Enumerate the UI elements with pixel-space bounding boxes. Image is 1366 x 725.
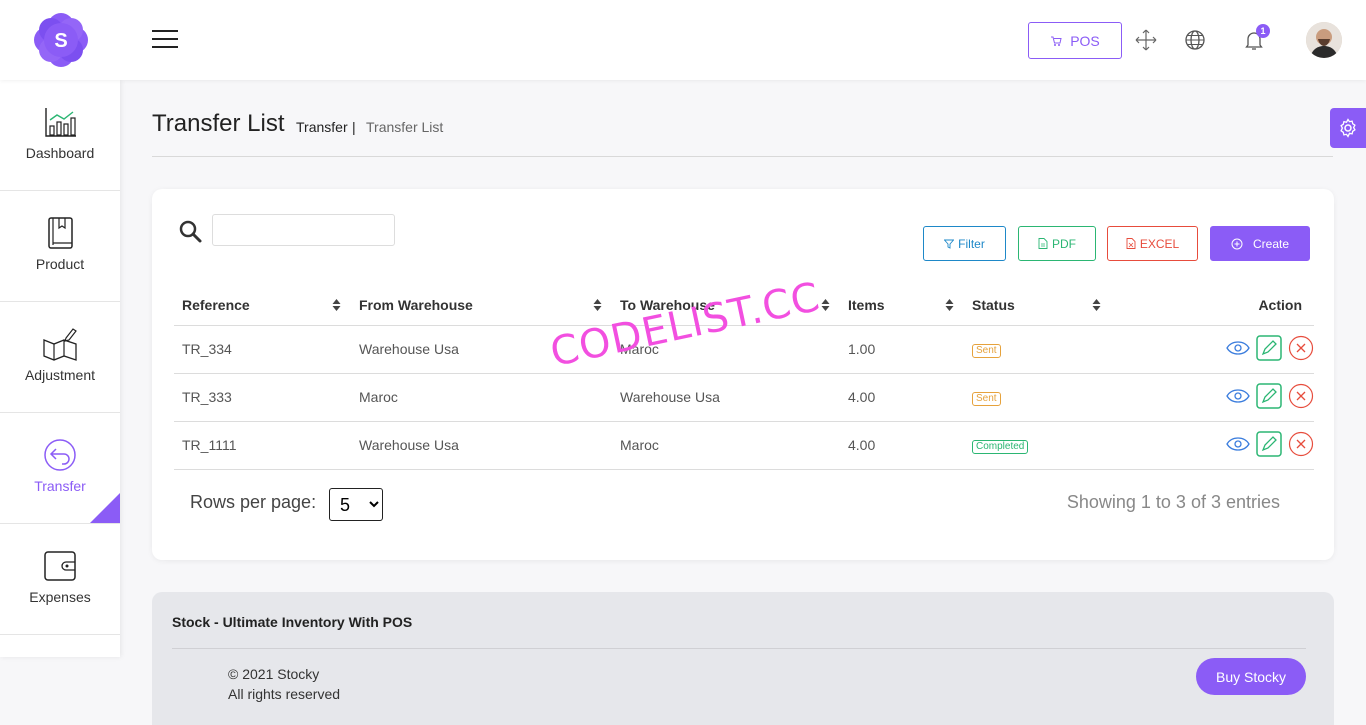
cell-status: Completed [964,421,1109,470]
map-edit-icon [42,326,78,362]
pdf-label: PDF [1052,236,1076,251]
globe-icon[interactable] [1183,28,1207,52]
sidebar-item-transfer[interactable]: Transfer [0,413,120,524]
top-bar: S POS 1 [0,0,1366,80]
logo-letter: S [54,30,67,52]
app-logo[interactable]: S [32,11,90,69]
search-input[interactable] [212,214,395,246]
pos-label: POS [1070,32,1100,49]
entries-info: Showing 1 to 3 of 3 entries [1066,492,1280,512]
cell-reference: TR_1111 [174,421,351,470]
status-badge: Sent [972,344,1001,358]
cell-from-warehouse: Warehouse Usa [351,421,612,470]
breadcrumb-separator: | [352,119,356,135]
delete-icon[interactable] [1288,431,1314,460]
create-button[interactable]: Create [1210,226,1310,261]
copyright-text: © 2021 Stocky [228,666,320,682]
sort-icon[interactable] [332,298,341,312]
sidebar-item-product[interactable]: Product [0,191,120,302]
cell-actions [1109,325,1314,374]
column-header-items[interactable]: Items [840,285,964,326]
buy-button[interactable]: Buy Stocky [1196,658,1306,695]
column-header-reference[interactable]: Reference [174,285,351,326]
pdf-button[interactable]: PDF [1018,226,1096,261]
cell-items: 4.00 [840,373,964,422]
sort-icon[interactable] [945,298,954,312]
view-icon[interactable] [1226,388,1250,406]
cell-actions [1109,421,1314,470]
table-row: TR_1111 Warehouse Usa Maroc 4.00 Complet… [174,421,1314,470]
page-title: Transfer List [152,110,285,137]
cell-to-warehouse: Maroc [612,421,840,470]
file-pdf-icon [1038,238,1048,249]
edit-icon[interactable] [1256,334,1282,364]
sort-icon[interactable] [593,298,602,312]
cell-reference: TR_334 [174,325,351,374]
cart-icon [1051,36,1062,46]
footer: Stock - Ultimate Inventory With POS © 20… [152,592,1334,725]
footer-divider [172,648,1306,649]
customizer-toggle[interactable] [1330,108,1366,148]
edit-icon[interactable] [1256,430,1282,460]
notification-badge: 1 [1256,24,1270,38]
breadcrumb-current: Transfer List [366,119,444,135]
filter-button[interactable]: Filter [923,226,1006,261]
transfer-card: Filter PDF EXCEL Create Reference From W… [152,189,1334,560]
excel-button[interactable]: EXCEL [1107,226,1198,261]
excel-label: EXCEL [1139,236,1180,251]
filter-label: Filter [958,236,985,251]
footer-title: Stock - Ultimate Inventory With POS [172,614,413,630]
column-header-action: Action [1109,285,1314,326]
sidebar-item-adjustment[interactable]: Adjustment [0,302,120,413]
plus-circle-icon [1231,238,1243,249]
sidebar-item-label: Expenses [29,589,91,605]
cell-status: Sent [964,325,1109,374]
edit-icon[interactable] [1256,382,1282,412]
back-arrow-circle-icon [42,437,78,473]
filter-icon [944,239,955,249]
breadcrumb-parent[interactable]: Transfer [296,119,348,135]
user-avatar[interactable] [1306,22,1342,58]
rights-text: All rights reserved [228,686,341,702]
delete-icon[interactable] [1288,383,1314,412]
sidebar-item-dashboard[interactable]: Dashboard [0,80,120,191]
menu-toggle-icon[interactable] [152,30,178,50]
column-header-from-warehouse[interactable]: From Warehouse [351,285,612,326]
create-label: Create [1252,236,1290,251]
cell-status: Sent [964,373,1109,422]
gear-icon [1340,118,1356,138]
sidebar-item-label: Adjustment [24,367,96,383]
fullscreen-icon[interactable] [1134,28,1158,52]
delete-icon[interactable] [1288,335,1314,364]
table-row: TR_333 Maroc Warehouse Usa 4.00 Sent [174,373,1314,422]
pos-button[interactable]: POS [1028,22,1122,59]
rows-per-page-label: Rows per page: [190,492,317,512]
status-badge: Sent [972,392,1001,406]
sidebar-item-expenses[interactable]: Expenses [0,524,120,635]
cell-to-warehouse: Warehouse Usa [612,373,840,422]
wallet-icon [42,548,78,584]
view-icon[interactable] [1226,436,1250,454]
sidebar-item-label: Product [35,256,85,272]
sidebar: Dashboard Product Adjustment Transfer Ex… [0,80,120,657]
cell-reference: TR_333 [174,373,351,422]
sidebar-item-label: Dashboard [25,145,95,161]
sort-icon[interactable] [1092,298,1101,312]
header-divider [152,156,1333,157]
search-icon [178,219,204,245]
cell-from-warehouse: Maroc [351,373,612,422]
cell-items: 1.00 [840,325,964,374]
column-header-status[interactable]: Status [964,285,1109,326]
book-icon [42,215,78,251]
sidebar-item-label: Transfer [34,478,86,494]
file-excel-icon [1126,238,1136,249]
cell-items: 4.00 [840,421,964,470]
status-badge: Completed [972,440,1029,454]
chart-icon [42,104,78,140]
cell-actions [1109,373,1314,422]
view-icon[interactable] [1226,340,1250,358]
rows-per-page-select[interactable]: 5 [329,488,383,521]
